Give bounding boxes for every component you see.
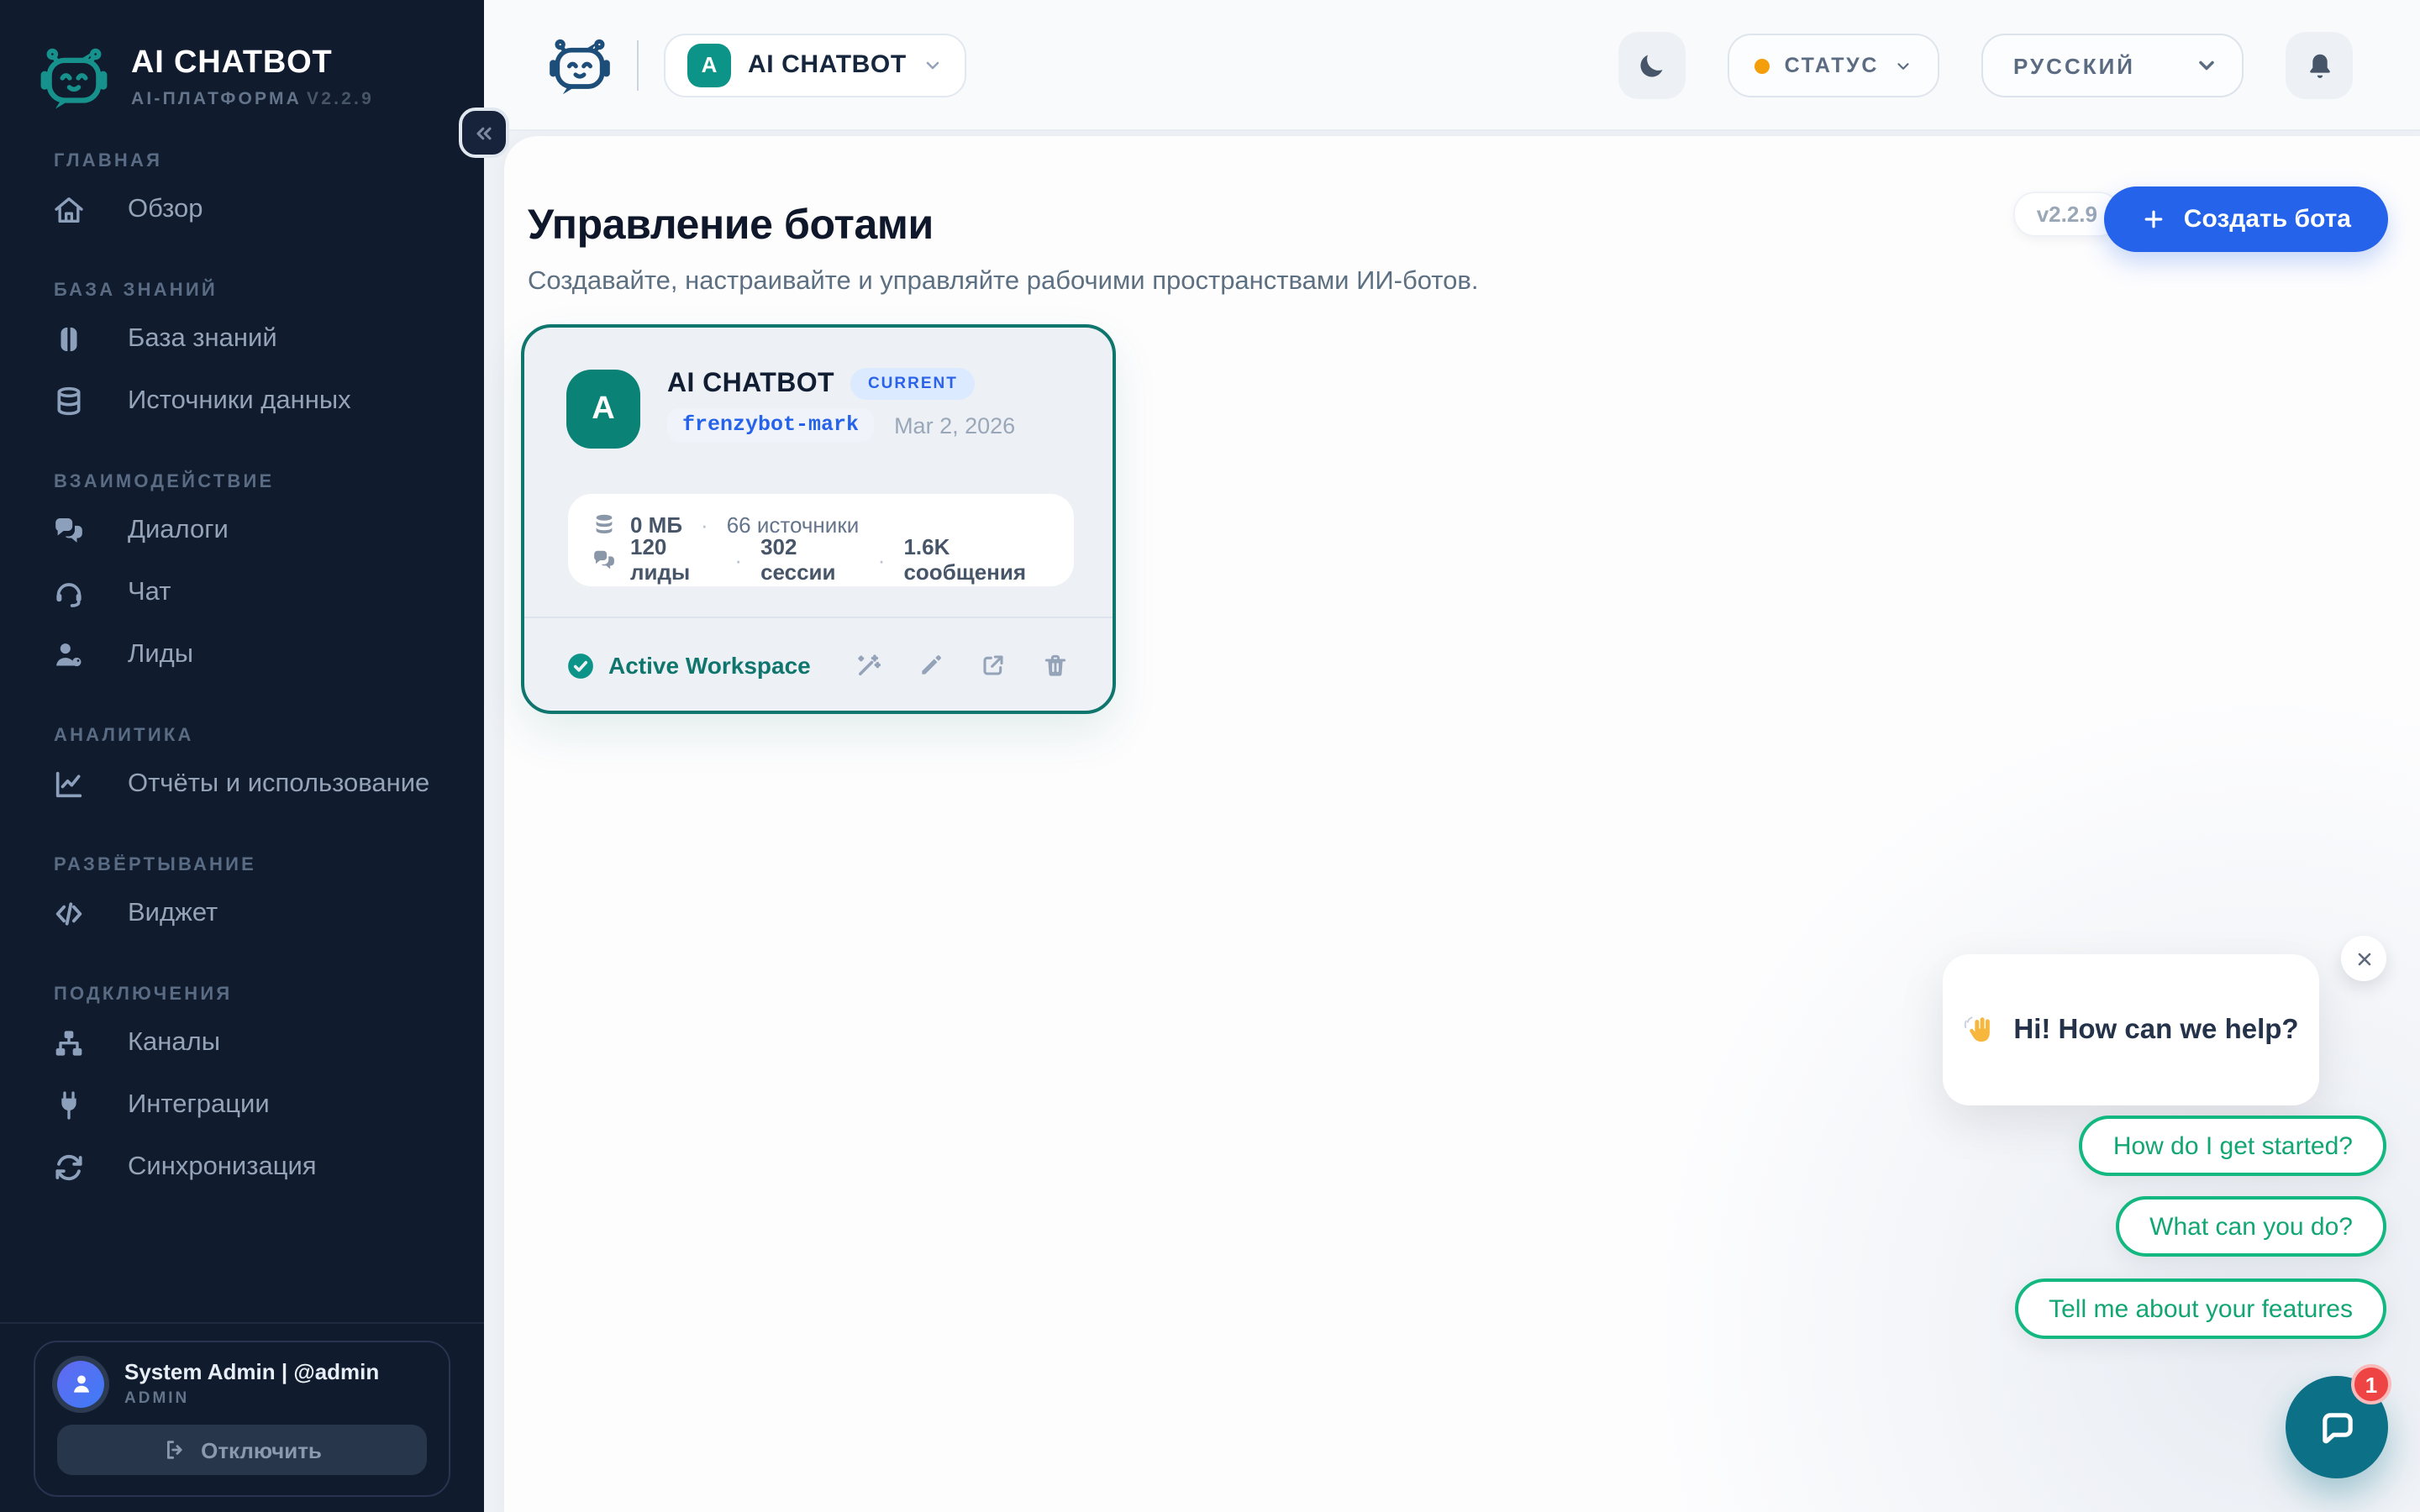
app-title: AI CHATBOT: [131, 45, 374, 82]
sidebar-item-overview[interactable]: Обзор: [0, 178, 484, 240]
chart-line-icon: [52, 767, 86, 801]
chevron-down-icon: [2195, 54, 2218, 77]
sidebar-item-reports[interactable]: Отчёты и использование: [0, 753, 484, 815]
chevrons-left-icon: [472, 120, 496, 145]
chat-bubbles-icon: [52, 513, 86, 547]
nav-section-main: ГЛАВНАЯ: [54, 151, 484, 175]
sync-icon: [52, 1150, 86, 1184]
moon-icon: [1636, 50, 1668, 81]
sidebar-item-widget[interactable]: Виджет: [0, 882, 484, 944]
delete-button[interactable]: [1042, 652, 1069, 679]
workspace-card-avatar: A: [566, 370, 640, 449]
user-role-badge: ADMIN: [124, 1389, 379, 1408]
person-icon: [68, 1371, 93, 1396]
workspace-card: A AI CHATBOT CURRENT frenzybot-mark Mar …: [521, 324, 1116, 714]
nav-section-analytics: АНАЛИТИКА: [54, 726, 484, 749]
nav-section-connections: ПОДКЛЮЧЕНИЯ: [54, 984, 484, 1008]
brain-icon: [52, 322, 86, 355]
chat-suggestion-3[interactable]: Tell me about your features: [2015, 1278, 2386, 1339]
app-subtitle: AI-ПЛАТФОРМА: [131, 89, 302, 109]
sidebar-item-chat[interactable]: Чат: [0, 561, 484, 623]
status-dot: [1754, 58, 1770, 73]
nav-section-interaction: ВЗАИМОДЕЙСТВИЕ: [54, 472, 484, 496]
topbar: A AI CHATBOT СТАТУС РУССКИЙ: [484, 0, 2420, 131]
topbar-divider: [637, 39, 639, 90]
sidebar-item-dialogs[interactable]: Диалоги: [0, 499, 484, 561]
unread-count-badge: 1: [2351, 1364, 2391, 1404]
headset-icon: [52, 575, 86, 609]
workspace-avatar: A: [687, 43, 731, 87]
code-icon: [52, 896, 86, 930]
chat-suggestion-1[interactable]: How do I get started?: [2080, 1116, 2386, 1176]
active-workspace-status: Active Workspace: [566, 651, 811, 680]
app-version: V2.2.9: [307, 89, 374, 109]
nav-section-knowledge: БАЗА ЗНАНИЙ: [54, 281, 484, 304]
trash-icon: [1042, 652, 1069, 679]
chat-greeting-bubble: Hi! How can we help?: [1943, 954, 2319, 1105]
workspace-card-name: AI CHATBOT: [667, 369, 834, 399]
magic-wand-icon: [854, 651, 882, 680]
app-root: AI CHATBOT AI-ПЛАТФОРМАV2.2.9 ГЛАВНАЯ Об…: [0, 0, 2420, 1512]
chevron-down-icon: [1894, 56, 1912, 75]
edit-button[interactable]: [918, 652, 944, 679]
database-icon: [592, 512, 617, 537]
user-card: System Admin | @admin ADMIN Отключить: [34, 1341, 450, 1497]
robot-icon: [546, 34, 613, 95]
workspace-date: Mar 2, 2026: [894, 412, 1015, 438]
sidebar-item-data-sources[interactable]: Источники данных: [0, 370, 484, 432]
sidebar-item-integrations[interactable]: Интеграции: [0, 1074, 484, 1136]
sidebar: AI CHATBOT AI-ПЛАТФОРМАV2.2.9 ГЛАВНАЯ Об…: [0, 0, 484, 1512]
card-divider: [524, 617, 1113, 618]
logout-button[interactable]: Отключить: [57, 1425, 427, 1475]
chat-greeting-text: Hi! How can we help?: [2013, 1014, 2298, 1046]
robot-logo-icon: [37, 44, 111, 111]
sidebar-item-sync[interactable]: Синхронизация: [0, 1136, 484, 1198]
home-icon: [52, 192, 86, 226]
create-bot-button[interactable]: Создать бота: [2105, 186, 2388, 252]
database-icon: [52, 384, 86, 417]
notifications-button[interactable]: [2286, 32, 2353, 99]
chat-close-button[interactable]: [2341, 936, 2386, 981]
chat-suggestion-2[interactable]: What can you do?: [2116, 1196, 2386, 1257]
page-title: Управление ботами: [528, 202, 934, 250]
language-select[interactable]: РУССКИЙ: [1981, 34, 2244, 97]
pencil-icon: [918, 652, 944, 679]
sidebar-item-knowledge-base[interactable]: База знаний: [0, 307, 484, 370]
chevron-down-icon: [923, 55, 944, 75]
stats-row-engagement: 120 лиды · 302 сессии · 1.6K сообщения: [592, 543, 1050, 576]
sidebar-collapse-button[interactable]: [459, 108, 509, 158]
person-tag-icon: [52, 638, 86, 671]
sidebar-item-channels[interactable]: Каналы: [0, 1011, 484, 1074]
plug-icon: [52, 1088, 86, 1121]
external-link-icon: [980, 652, 1007, 679]
plus-icon: [2142, 207, 2167, 232]
wave-hand-emoji-icon: [1963, 1012, 1998, 1047]
workspace-stats: 0 МБ · 66 источники 120 лиды · 302 сесси…: [568, 494, 1074, 586]
workspace-name: AI CHATBOT: [748, 50, 907, 79]
status-dropdown[interactable]: СТАТУС: [1728, 34, 1939, 97]
chat-bubble-icon: [2313, 1404, 2360, 1451]
page-subtitle: Создавайте, настраивайте и управляйте ра…: [528, 266, 1479, 297]
sidebar-logo: AI CHATBOT AI-ПЛАТФОРМАV2.2.9: [0, 0, 484, 111]
sidebar-footer: System Admin | @admin ADMIN Отключить: [0, 1322, 484, 1512]
user-name: System Admin | @admin: [124, 1359, 379, 1384]
sidebar-item-leads[interactable]: Лиды: [0, 623, 484, 685]
workspace-switcher[interactable]: A AI CHATBOT: [664, 33, 967, 97]
open-external-button[interactable]: [980, 652, 1007, 679]
close-icon: [2354, 948, 2374, 969]
current-badge: CURRENT: [851, 368, 975, 400]
workspace-slug: frenzybot-mark: [667, 408, 874, 442]
check-circle-icon: [566, 651, 595, 680]
dark-mode-toggle[interactable]: [1618, 32, 1686, 99]
nav-section-deployment: РАЗВЁРТЫВАНИЕ: [54, 855, 484, 879]
network-icon: [52, 1026, 86, 1059]
bell-icon: [2303, 50, 2335, 81]
user-avatar: [57, 1360, 104, 1407]
logout-icon: [162, 1438, 186, 1462]
auto-setup-button[interactable]: [854, 651, 882, 680]
chat-bubbles-icon: [592, 547, 617, 572]
sidebar-nav: ГЛАВНАЯ Обзор БАЗА ЗНАНИЙ База знаний Ис…: [0, 151, 484, 1198]
